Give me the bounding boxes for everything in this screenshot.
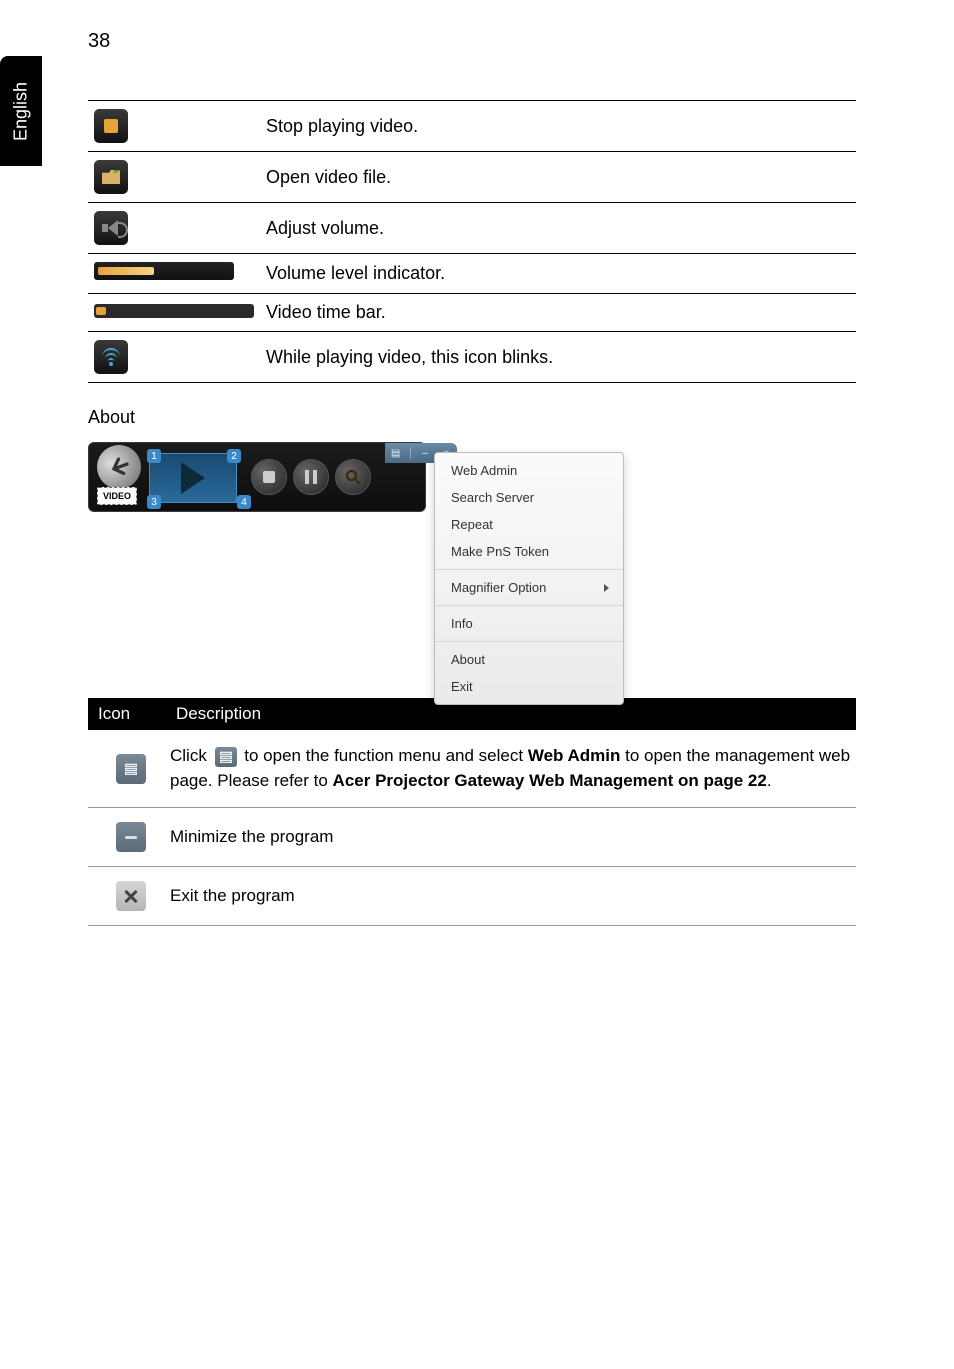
menu-group: Info [435,605,623,641]
description-table: Icon Description Click to open the funct… [88,698,856,926]
icon-cell [88,203,260,254]
desc-cell: Exit the program [170,884,852,909]
video-time-bar [94,304,254,318]
menu-icon[interactable]: ▤ [389,446,403,460]
table-row: Open video file. [88,152,856,203]
menu-item-info[interactable]: Info [435,610,623,637]
text-bold: Acer Projector Gateway Web Management on… [333,771,767,790]
menu-item-label: Info [451,616,473,631]
play-icon [181,462,205,494]
desc-cell: Minimize the program [170,825,852,850]
context-menu: Web Admin Search Server Repeat Make PnS … [434,452,624,705]
desc-cell: Adjust volume. [260,203,856,254]
desc-cell: Stop playing video. [260,101,856,152]
menu-item-web-admin[interactable]: Web Admin [435,457,623,484]
menu-group: Web Admin Search Server Repeat Make PnS … [435,453,623,569]
stop-icon [94,109,128,143]
text-fragment: to open the function menu and select [240,746,528,765]
menu-item-label: Make PnS Token [451,544,549,559]
icon-cell [92,881,170,911]
table-row: Minimize the program [88,808,856,867]
about-heading: About [88,407,856,428]
magnifier-button[interactable] [335,459,371,495]
table-row: Click to open the function menu and sele… [88,730,856,808]
quadrant-badge[interactable]: 1 [147,449,161,463]
icon-cell [88,332,260,383]
table-row: Exit the program [88,867,856,926]
menu-group: Magnifier Option [435,569,623,605]
wifi-icon [94,340,128,374]
preview-frame[interactable] [149,453,237,503]
table-row: Video time bar. [88,294,856,332]
language-tab: English [0,56,42,166]
text-bold: Web Admin [528,746,621,765]
menu-item-search-server[interactable]: Search Server [435,484,623,511]
menu-item-magnifier-option[interactable]: Magnifier Option [435,574,623,601]
menu-icon [116,754,146,784]
menu-item-exit[interactable]: Exit [435,673,623,700]
quadrant-badge[interactable]: 4 [237,495,251,509]
quadrant-badge[interactable]: 2 [227,449,241,463]
menu-item-label: About [451,652,485,667]
menu-item-label: Repeat [451,517,493,532]
close-icon [116,881,146,911]
menu-item-about[interactable]: About [435,646,623,673]
text-fragment: . [767,771,772,790]
video-chip-label: VIDEO [97,487,137,505]
quadrant-badge[interactable]: 3 [147,495,161,509]
col-header-icon: Icon [88,698,166,730]
pause-button[interactable] [293,459,329,495]
page-number: 38 [88,30,110,53]
table-row: Adjust volume. [88,203,856,254]
volume-level-bar [94,262,234,280]
minimize-icon[interactable]: – [418,446,432,460]
icon-cell [88,294,260,332]
submenu-arrow-icon [604,584,609,592]
menu-item-make-pns-token[interactable]: Make PnS Token [435,538,623,565]
text-fragment: Click [170,746,212,765]
menu-item-label: Exit [451,679,473,694]
icon-cell [92,822,170,852]
open-file-icon [94,160,128,194]
table-row: While playing video, this icon blinks. [88,332,856,383]
menu-item-label: Web Admin [451,463,517,478]
menu-item-label: Search Server [451,490,534,505]
icon-cell [92,754,170,784]
menu-item-repeat[interactable]: Repeat [435,511,623,538]
icon-cell [88,152,260,203]
minimize-icon [116,822,146,852]
icon-cell [88,101,260,152]
desc-cell: Open video file. [260,152,856,203]
icon-description-table: Stop playing video. Open video file. Adj… [88,100,856,383]
desc-cell: Volume level indicator. [260,254,856,294]
stop-button[interactable] [251,459,287,495]
about-screenshot: VIDEO 1 2 3 4 ▤ – × Web Admin Search Ser… [88,442,608,672]
player-panel: VIDEO 1 2 3 4 ▤ – × [88,442,426,512]
menu-icon-inline [215,747,237,767]
content-area: Stop playing video. Open video file. Adj… [88,100,856,926]
desc-cell: Click to open the function menu and sele… [170,744,852,793]
menu-group: About Exit [435,641,623,704]
separator [410,447,411,459]
desc-cell: Video time bar. [260,294,856,332]
volume-icon [94,211,128,245]
table-row: Volume level indicator. [88,254,856,294]
icon-cell [88,254,260,294]
table-row: Stop playing video. [88,101,856,152]
desc-cell: While playing video, this icon blinks. [260,332,856,383]
menu-item-label: Magnifier Option [451,580,546,595]
